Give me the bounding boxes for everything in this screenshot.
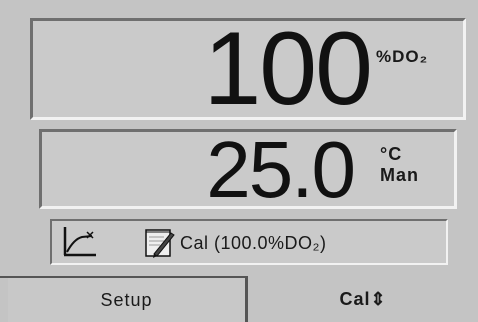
do-reading: 100 — [203, 11, 373, 127]
calibration-status-text: Cal (100.0%DO₂) — [180, 233, 327, 253]
graph-stability-icon — [63, 227, 96, 257]
tab-cal[interactable]: Cal⇕ — [248, 276, 478, 322]
temperature-mode-label: Man — [380, 165, 419, 185]
tab-setup[interactable]: Setup — [8, 276, 248, 322]
temperature-panel: 25.0 °C Man — [39, 125, 457, 214]
temperature-reading: 25.0 — [206, 125, 356, 214]
dissolved-oxygen-panel: 100 %DO₂ — [30, 11, 466, 127]
temperature-unit-label: °C — [380, 144, 403, 164]
calibration-notepad-icon — [145, 229, 175, 258]
temperature-unit-block: °C Man — [380, 144, 419, 186]
softkey-tabs: Setup Cal⇕ — [0, 276, 478, 322]
do-unit-label: %DO₂ — [376, 47, 429, 66]
tab-divider — [0, 276, 8, 278]
calibration-status-panel: Cal (100.0%DO₂) — [50, 219, 448, 265]
meter-screen: 100 %DO₂ 25.0 °C Man Cal (100.0%DO₂) Set… — [0, 0, 478, 322]
